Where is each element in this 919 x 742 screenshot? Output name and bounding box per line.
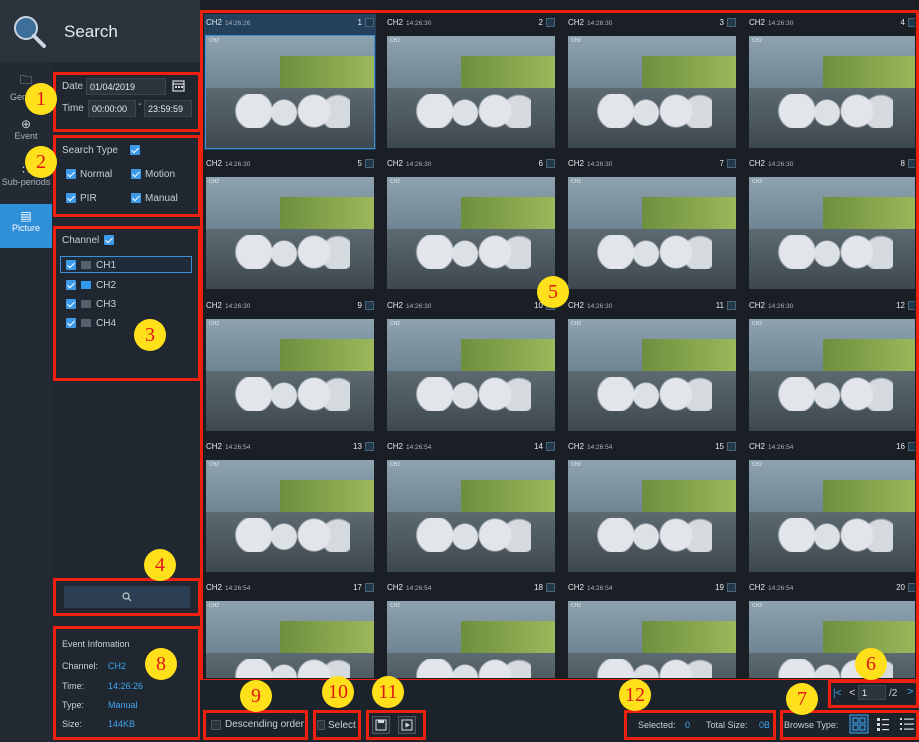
annotation-badge-2: 2 [25, 146, 57, 178]
search-button[interactable] [64, 586, 190, 608]
event-type-label: Type: [62, 700, 85, 710]
annotation-badge-11: 11 [372, 676, 404, 708]
highlight-box-5 [200, 10, 919, 682]
manual-label: Manual [145, 193, 178, 204]
time-separator: - [138, 99, 142, 110]
selected-value: 0 [685, 720, 691, 730]
pir-checkbox[interactable] [66, 193, 76, 203]
nav-item-picture[interactable]: ▤ Picture [0, 204, 52, 248]
ch3-checkbox[interactable] [66, 299, 76, 309]
floppy-disk-icon [375, 719, 387, 731]
search-type-all-checkbox[interactable] [130, 145, 140, 155]
annotation-badge-1: 1 [25, 83, 57, 115]
header-bar: Search [0, 0, 200, 62]
event-size-value: 144KB [108, 719, 136, 729]
play-icon [401, 719, 413, 731]
event-info-title: Event Infomation [62, 639, 130, 649]
nav-item-label: Event [14, 131, 38, 141]
ch3-color [81, 300, 91, 308]
channel-row-ch1[interactable] [60, 256, 192, 273]
motion-label: Motion [145, 169, 176, 180]
ch2-color [81, 281, 91, 289]
annotation-badge-10: 10 [322, 676, 354, 708]
event-time-label: Time: [62, 681, 85, 691]
annotation-badge-3: 3 [134, 319, 166, 351]
ch4-label: CH4 [96, 318, 117, 329]
annotation-badge-9: 9 [240, 680, 272, 712]
play-button[interactable] [398, 716, 416, 734]
ch1-checkbox[interactable] [66, 260, 76, 270]
annotation-badge-8: 8 [145, 648, 177, 680]
selected-label: Selected: [638, 720, 676, 730]
grid-view-icon[interactable] [849, 714, 869, 734]
ch2-checkbox[interactable] [66, 280, 76, 290]
select-label[interactable]: Select [328, 720, 356, 731]
pir-label: PIR [80, 193, 97, 204]
channel-all-checkbox[interactable] [104, 235, 114, 245]
date-field[interactable]: 01/04/2019 [86, 78, 166, 95]
ch1-color [81, 261, 91, 269]
event-type-value: Manual [108, 700, 138, 710]
manual-checkbox[interactable] [131, 193, 141, 203]
annotation-badge-12: 12 [619, 679, 651, 711]
list-view-icon[interactable] [899, 716, 915, 732]
event-time-value: 14:26:26 [108, 681, 144, 691]
annotation-badge-4: 4 [144, 549, 176, 581]
search-screen: Search 🗀 General ⊕ Event ∷ Sub-periods ▤… [0, 0, 919, 742]
first-page-icon[interactable]: |< [833, 688, 841, 699]
next-page-icon[interactable]: > [907, 686, 913, 698]
crosshair-icon: ⊕ [20, 117, 32, 131]
nav-item-label: Picture [11, 223, 40, 233]
annotation-badge-7: 7 [786, 683, 818, 715]
detail-view-icon[interactable] [875, 716, 891, 732]
normal-checkbox[interactable] [66, 169, 76, 179]
annotation-badge-6: 6 [855, 648, 887, 680]
time-end-field[interactable]: 23:59:59 [144, 100, 192, 117]
calendar-icon[interactable] [172, 79, 185, 92]
descending-order-checkbox[interactable] [211, 720, 221, 730]
image-icon: ▤ [20, 209, 32, 223]
ch2-label: CH2 [96, 280, 117, 291]
normal-label: Normal [80, 169, 113, 180]
total-size-value: 0B [759, 720, 771, 730]
ch3-label: CH3 [96, 299, 117, 310]
browse-type-label: Browse Type: [784, 720, 839, 730]
page-total: /2 [889, 688, 898, 699]
prev-page-icon[interactable]: < [849, 687, 855, 699]
select-checkbox[interactable] [317, 720, 325, 730]
page-input[interactable]: 1 [858, 685, 886, 700]
annotation-badge-5: 5 [537, 276, 569, 308]
total-size-label: Total Size: [706, 720, 748, 730]
ch4-checkbox[interactable] [66, 318, 76, 328]
time-start-field[interactable]: 00:00:00 [88, 100, 136, 117]
save-button[interactable] [372, 716, 390, 734]
time-label: Time [62, 103, 84, 114]
search-icon [14, 16, 46, 48]
page-title: Search [64, 22, 118, 41]
date-label: Date [62, 81, 84, 92]
descending-order-label: Descending order [225, 719, 304, 730]
ch4-color [81, 319, 91, 327]
ch1-label: CH1 [96, 260, 117, 271]
event-size-label: Size: [62, 719, 83, 729]
channel-label: Channel [62, 235, 100, 246]
motion-checkbox[interactable] [131, 169, 141, 179]
search-type-label: Search Type [62, 145, 118, 156]
event-channel-label: Channel: [62, 661, 99, 671]
nav-item-label: Sub-periods [1, 177, 51, 187]
event-channel-value: CH2 [108, 661, 127, 671]
magnifier-icon [122, 592, 132, 602]
